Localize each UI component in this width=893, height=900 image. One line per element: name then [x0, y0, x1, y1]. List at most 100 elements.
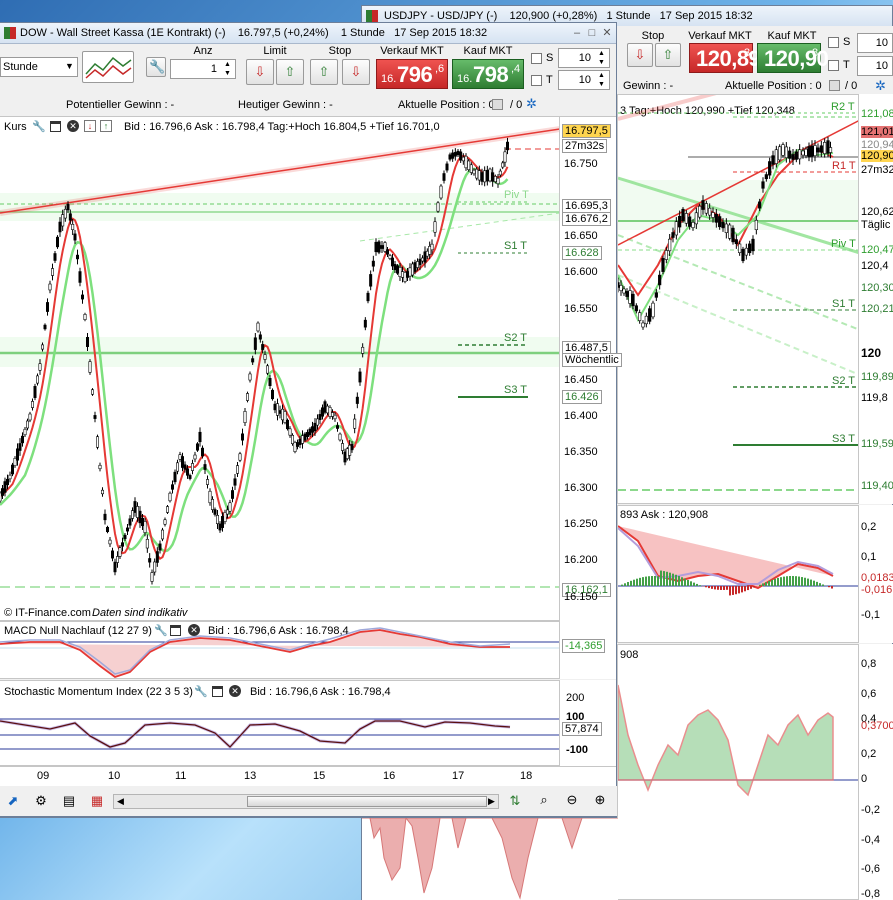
- usdjpy-stop-order-button-2[interactable]: ⇧: [655, 43, 681, 67]
- maximize-button[interactable]: □: [585, 23, 599, 43]
- candle-body: [788, 150, 792, 159]
- wrench-icon[interactable]: 🔧: [154, 624, 168, 637]
- dow-title-bar[interactable]: DOW - Wall Street Kassa (1E Kontrakt) (-…: [0, 23, 616, 44]
- dow-stochastic-panel[interactable]: Stochastic Momentum Index (22 3 5 3) 🔧 ✕…: [0, 680, 560, 766]
- usdjpy-stop-checkbox[interactable]: [828, 37, 839, 48]
- candle-body: [688, 216, 692, 227]
- candle-body: [694, 212, 698, 225]
- usdjpy-axis-tick: Täglic: [861, 219, 891, 231]
- usdjpy-stoch-svg: [618, 684, 858, 797]
- candle-body: [155, 551, 159, 563]
- candle-body: [35, 375, 39, 384]
- usdjpy-stochastic-panel[interactable]: 908: [617, 644, 859, 900]
- close-position-icon[interactable]: [829, 80, 840, 91]
- candle-body: [721, 221, 725, 229]
- macd-histogram-bar: [783, 576, 785, 586]
- candle-body: [355, 396, 359, 404]
- stepper-arrows-icon[interactable]: ▲ ▼: [598, 71, 605, 89]
- chevron-down-icon: ▼: [65, 61, 74, 71]
- candle-body: [0, 488, 5, 496]
- dow-price-chart[interactable]: Kurs 🔧 ✕ ↓ ↑ Bid : 16.796,6 Ask : 16.798…: [0, 116, 560, 621]
- gear-icon[interactable]: ✲: [875, 78, 886, 94]
- macd-histogram-bar: [651, 576, 653, 586]
- zoom-in-icon[interactable]: ⊕: [590, 792, 610, 808]
- take-profit-checkbox[interactable]: [531, 75, 542, 86]
- limit-order-icon: ⇧: [284, 64, 296, 79]
- stop-header: Stop: [328, 45, 352, 57]
- stop-buy-button[interactable]: ⇩: [342, 59, 370, 85]
- print-icon[interactable]: ▤: [60, 793, 78, 809]
- candle-body: [108, 539, 112, 545]
- arrow-down-icon[interactable]: ↓: [84, 120, 96, 132]
- candle-body: [148, 558, 152, 563]
- wrench-icon[interactable]: 🔧: [194, 685, 208, 698]
- usdjpy-buy-button[interactable]: 120,90 8: [757, 43, 829, 73]
- arrow-up-icon[interactable]: ↑: [100, 120, 112, 132]
- tools-button[interactable]: 🔧: [146, 57, 166, 77]
- candle-body: [734, 239, 738, 245]
- usdjpy-sell-button[interactable]: 120,89 3: [689, 43, 761, 73]
- gear-icon[interactable]: ✲: [526, 96, 537, 112]
- zoom-out-icon[interactable]: ⊖: [562, 792, 582, 808]
- dow-macd-panel[interactable]: MACD Null Nachlauf (12 27 9) 🔧 ✕ Bid : 1…: [0, 621, 560, 679]
- usdjpy-macd-panel[interactable]: 893 Ask : 120,908: [617, 505, 859, 643]
- chart-export-icon[interactable]: ⬈: [4, 793, 22, 809]
- close-button[interactable]: ✕: [600, 23, 614, 43]
- close-position-icon[interactable]: [492, 99, 503, 110]
- usdjpy-t-input[interactable]: 10: [857, 56, 893, 76]
- horizontal-scrollbar[interactable]: ◀ ▶: [113, 794, 499, 809]
- usdjpy-stop-order-button[interactable]: ⇩: [627, 43, 653, 67]
- candle-body: [106, 526, 110, 533]
- close-icon[interactable]: ✕: [229, 685, 241, 697]
- macd-histogram-bar: [816, 581, 818, 586]
- usdjpy-level-r2: R2 T: [831, 101, 855, 113]
- timeframe-select[interactable]: Stunde ▼: [0, 57, 78, 77]
- window-icon[interactable]: [212, 686, 223, 697]
- autoscale-icon[interactable]: ⇅: [506, 793, 524, 809]
- close-icon[interactable]: ✕: [188, 624, 200, 636]
- window-icon[interactable]: [170, 625, 181, 636]
- scrollbar-thumb[interactable]: [247, 796, 487, 807]
- stop-sell-button[interactable]: ⇧: [310, 59, 338, 85]
- usdjpy-price-chart[interactable]: 3 Tag:+Hoch 120,990 +Tief 120,348 R2 T R…: [617, 94, 859, 504]
- minimize-button[interactable]: –: [570, 23, 584, 43]
- dow-bottom-toolbar: ⬈ ⚙ ▤ ▦ ◀ ▶ ⇅ ⌕ ⊖ ⊕: [0, 786, 617, 817]
- stepper-arrows-icon[interactable]: ▲ ▼: [598, 49, 605, 67]
- close-icon[interactable]: ✕: [67, 120, 79, 132]
- candle-body: [651, 302, 655, 318]
- indicator-icon[interactable]: ▦: [88, 793, 106, 809]
- candle-body: [61, 214, 65, 227]
- candle-body: [741, 248, 745, 262]
- zoom-fit-icon[interactable]: ⌕: [534, 792, 554, 808]
- chart-type-button[interactable]: [82, 51, 134, 83]
- candle-body: [728, 224, 732, 239]
- candle-body: [191, 463, 195, 471]
- candle-body: [338, 433, 342, 441]
- usdjpy-s-label: S: [843, 36, 851, 48]
- candle-body: [691, 221, 695, 229]
- candle-body: [285, 419, 289, 430]
- wrench-icon[interactable]: 🔧: [32, 120, 46, 133]
- drawing-tools-icon[interactable]: ⚙: [32, 793, 50, 809]
- limit-buy-button[interactable]: ⇧: [276, 59, 304, 85]
- candle-body: [754, 219, 758, 231]
- candle-body: [208, 490, 212, 504]
- candle-body: [88, 361, 92, 373]
- limit-sell-button[interactable]: ⇩: [246, 59, 274, 85]
- usdjpy-s-input[interactable]: 10: [857, 33, 893, 53]
- stop-order-icon: ⇧: [318, 64, 330, 79]
- scroll-right-icon[interactable]: ▶: [488, 796, 495, 807]
- candle-body: [258, 334, 262, 340]
- usdjpy-title-timeframe: 1 Stunde: [606, 10, 651, 22]
- window-icon[interactable]: [50, 121, 61, 132]
- usdjpy-target-checkbox[interactable]: [828, 60, 839, 71]
- stop-loss-checkbox[interactable]: [531, 53, 542, 64]
- candle-body: [246, 393, 250, 401]
- sell-market-button[interactable]: 16. 796 ,6: [376, 59, 448, 89]
- stepper-arrows-icon[interactable]: ▲ ▼: [224, 60, 231, 78]
- candle-body: [96, 436, 100, 448]
- buy-market-button[interactable]: 16. 798 ,4: [452, 59, 524, 89]
- candle-body: [43, 324, 47, 330]
- candle-body: [335, 425, 339, 429]
- scroll-left-icon[interactable]: ◀: [117, 796, 124, 807]
